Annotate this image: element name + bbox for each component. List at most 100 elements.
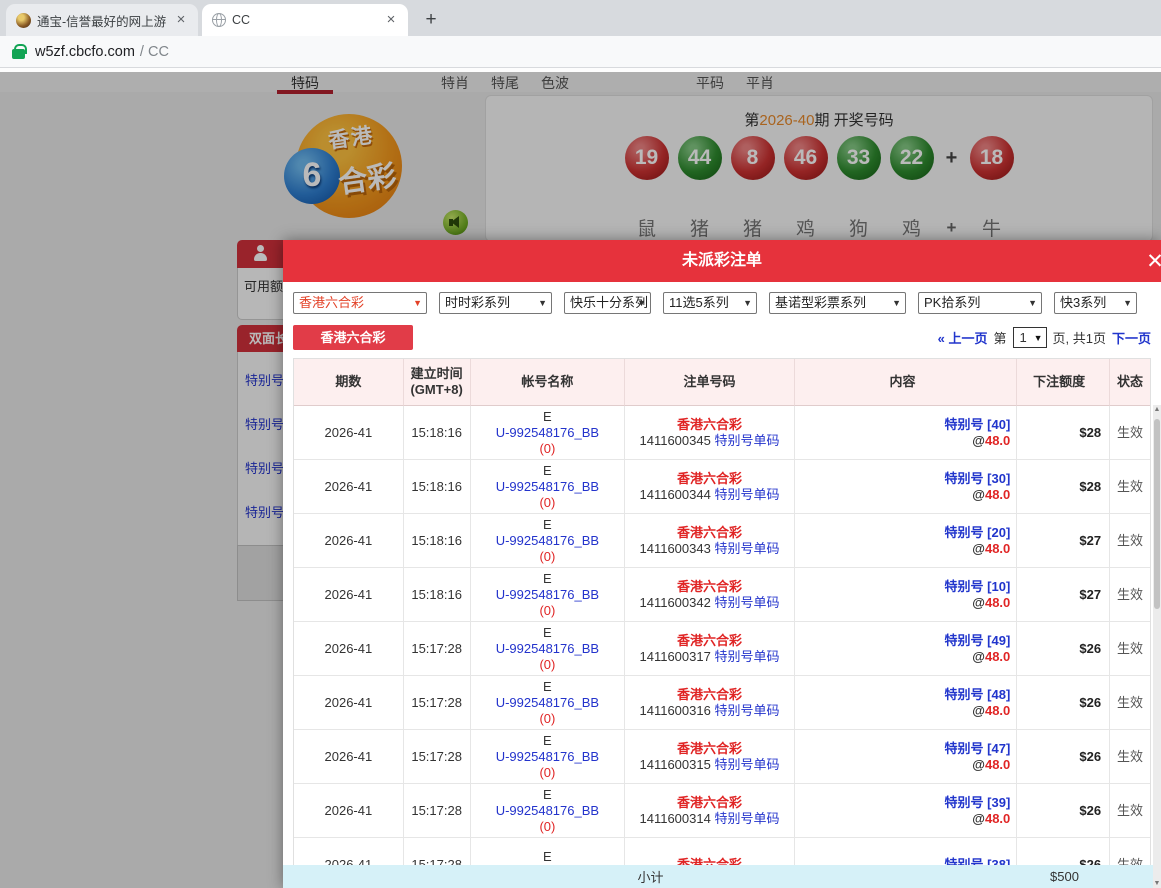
scroll-down-icon[interactable]: ▼ [1153, 880, 1161, 887]
filter-select[interactable]: PK拾系列▼ [918, 292, 1042, 314]
cell-status: 生效 [1110, 406, 1150, 460]
cell-time: 15:17:28 [404, 730, 471, 784]
odds-at: @ [972, 433, 985, 448]
odds-value: 48.0 [985, 649, 1010, 664]
table-body: 2026-41 15:18:16 E U-992548176_BB (0) 香港… [294, 406, 1150, 888]
tab2-close-icon[interactable]: × [382, 11, 400, 29]
chevron-down-icon: ▼ [1034, 328, 1043, 348]
account-link[interactable]: U-992548176_BB [471, 479, 625, 495]
cell-time: 15:17:28 [404, 622, 471, 676]
account-link[interactable]: U-992548176_BB [471, 803, 625, 819]
subtotal-value: $500 [1018, 869, 1111, 884]
account-line1: E [471, 733, 625, 749]
ticket-type-link[interactable]: 特别号单码 [714, 487, 779, 502]
cell-amount: $26 [1017, 676, 1110, 730]
cell-account: E U-992548176_BB (0) [471, 460, 626, 514]
ticket-number-line: 1411600314 特别号单码 [625, 811, 794, 827]
table-header-cell: 帐号名称 [471, 359, 626, 406]
ticket-type-link[interactable]: 特别号单码 [714, 595, 779, 610]
account-link[interactable]: U-992548176_BB [471, 641, 625, 657]
modal-close-icon[interactable]: ✕ [1144, 249, 1161, 274]
unsettled-bets-modal: 未派彩注单 ✕ 香港六合彩▼时时彩系列▼快乐十分系列▼11选5系列▼基诺型彩票系… [283, 240, 1161, 888]
filter-select[interactable]: 快3系列▼ [1054, 292, 1137, 314]
browser-tab-1[interactable]: 通宝-信誉最好的网上游戏平 × [6, 4, 198, 36]
filter-select[interactable]: 香港六合彩▼ [293, 292, 427, 314]
cell-amount: $28 [1017, 406, 1110, 460]
table-row: 2026-41 15:17:28 E U-992548176_BB (0) 香港… [294, 730, 1150, 784]
cell-period: 2026-41 [294, 676, 404, 730]
account-link[interactable]: U-992548176_BB [471, 587, 625, 603]
prev-page-link[interactable]: « 上一页 [938, 328, 988, 347]
table-header-cell: 期数 [294, 359, 404, 406]
table-row: 2026-41 15:17:28 E U-992548176_BB (0) 香港… [294, 784, 1150, 838]
ticket-type-link[interactable]: 特别号单码 [714, 703, 779, 718]
ticket-number: 1411600345 [640, 433, 711, 448]
ticket-number: 1411600342 [640, 595, 711, 610]
cell-time: 15:17:28 [404, 676, 471, 730]
cell-status: 生效 [1110, 514, 1150, 568]
page-select[interactable]: 1▼ [1013, 327, 1047, 348]
ticket-number-line: 1411600317 特别号单码 [625, 649, 794, 665]
ticket-game-name: 香港六合彩 [625, 741, 794, 757]
tab1-favicon-icon [16, 13, 31, 28]
ticket-type-link[interactable]: 特别号单码 [714, 757, 779, 772]
tab1-close-icon[interactable]: × [172, 11, 190, 29]
cell-time: 15:18:16 [404, 514, 471, 568]
bet-content-link[interactable]: 特别号 [47] [795, 741, 1010, 757]
browser-tab-2[interactable]: CC × [202, 4, 408, 36]
filter-select-value: 11选5系列 [669, 295, 729, 310]
cell-time: 15:18:16 [404, 568, 471, 622]
cell-status: 生效 [1110, 568, 1150, 622]
account-link[interactable]: U-992548176_BB [471, 695, 625, 711]
game-tab-button[interactable]: 香港六合彩 [293, 325, 413, 350]
bet-content-link[interactable]: 特别号 [39] [795, 795, 1010, 811]
new-tab-button[interactable]: + [418, 7, 444, 33]
address-bar[interactable]: w5zf.cbcfo.com / CC [0, 36, 1161, 68]
bet-content-link[interactable]: 特别号 [40] [795, 417, 1010, 433]
cell-amount: $26 [1017, 622, 1110, 676]
filter-select[interactable]: 11选5系列▼ [663, 292, 757, 314]
account-link[interactable]: U-992548176_BB [471, 749, 625, 765]
table-scrollbar[interactable]: ▲ ▼ [1153, 405, 1161, 888]
bet-content-link[interactable]: 特别号 [10] [795, 579, 1010, 595]
account-extra: (0) [471, 711, 625, 727]
bet-content-link[interactable]: 特别号 [48] [795, 687, 1010, 703]
filter-select[interactable]: 时时彩系列▼ [439, 292, 552, 314]
account-link[interactable]: U-992548176_BB [471, 425, 625, 441]
account-extra: (0) [471, 657, 625, 673]
table-header-cell: 内容 [795, 359, 1017, 406]
cell-content: 特别号 [48] @48.0 [795, 676, 1017, 730]
filter-select[interactable]: 基诺型彩票系列▼ [769, 292, 906, 314]
account-link[interactable]: U-992548176_BB [471, 533, 625, 549]
bet-content-link[interactable]: 特别号 [30] [795, 471, 1010, 487]
cell-time: 15:18:16 [404, 406, 471, 460]
ticket-type-link[interactable]: 特别号单码 [714, 649, 779, 664]
filter-select-value: 基诺型彩票系列 [775, 295, 866, 310]
ticket-type-link[interactable]: 特别号单码 [714, 433, 779, 448]
ticket-number-line: 1411600343 特别号单码 [625, 541, 794, 557]
odds-at: @ [972, 703, 985, 718]
cell-content: 特别号 [20] @48.0 [795, 514, 1017, 568]
bet-content-link[interactable]: 特别号 [20] [795, 525, 1010, 541]
scrollbar-thumb[interactable] [1154, 419, 1160, 609]
odds-value: 48.0 [985, 757, 1010, 772]
ticket-type-link[interactable]: 特别号单码 [714, 811, 779, 826]
odds-line: @48.0 [795, 595, 1010, 611]
account-extra: (0) [471, 603, 625, 619]
cell-ticket: 香港六合彩 1411600317 特别号单码 [625, 622, 795, 676]
filter-select[interactable]: 快乐十分系列▼ [564, 292, 651, 314]
account-line1: E [471, 463, 625, 479]
url-host: w5zf.cbcfo.com [35, 44, 135, 60]
table-row: 2026-41 15:18:16 E U-992548176_BB (0) 香港… [294, 406, 1150, 460]
ticket-game-name: 香港六合彩 [625, 633, 794, 649]
cell-time: 15:18:16 [404, 460, 471, 514]
bet-content-link[interactable]: 特别号 [49] [795, 633, 1010, 649]
cell-account: E U-992548176_BB (0) [471, 676, 626, 730]
cell-ticket: 香港六合彩 1411600316 特别号单码 [625, 676, 795, 730]
table-header-row: 期数建立时间 (GMT+8)帐号名称注单号码内容下注额度状态 [294, 359, 1150, 406]
scroll-up-icon[interactable]: ▲ [1153, 406, 1161, 413]
secure-lock-icon [12, 49, 25, 59]
next-page-link[interactable]: 下一页 [1112, 328, 1151, 347]
cell-ticket: 香港六合彩 1411600343 特别号单码 [625, 514, 795, 568]
ticket-type-link[interactable]: 特别号单码 [714, 541, 779, 556]
